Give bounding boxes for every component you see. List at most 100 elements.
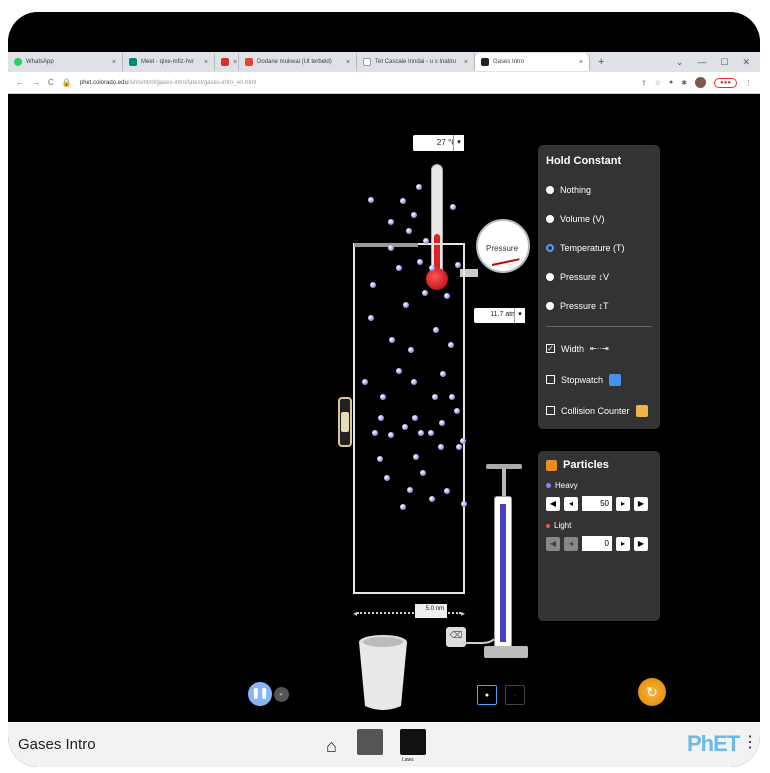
close-icon[interactable]: × xyxy=(204,59,208,66)
browser-tab[interactable]: × xyxy=(215,53,239,71)
heavy-increment-10-button[interactable]: ▶ xyxy=(634,496,648,511)
pump-rod xyxy=(502,469,506,499)
profile-pill[interactable]: ●●● xyxy=(714,77,737,88)
radio-temperature[interactable]: Temperature (T) xyxy=(546,233,652,262)
view-diffusion-button[interactable]: · xyxy=(505,685,525,705)
heavy-label: Heavy xyxy=(555,481,578,490)
particle-bucket[interactable] xyxy=(357,634,409,714)
close-icon[interactable]: × xyxy=(233,59,237,66)
radio-label: Volume (V) xyxy=(560,213,605,224)
minimize-icon[interactable]: — xyxy=(697,57,706,68)
light-increment-button[interactable]: ▸ xyxy=(616,536,630,551)
heavy-particle xyxy=(388,432,394,438)
heavy-decrement-10-button[interactable]: ◀ xyxy=(546,496,560,511)
heavy-count-input[interactable]: 50 xyxy=(582,496,612,511)
screen-intro-button[interactable] xyxy=(357,729,383,755)
url-host: phet.colorado.edu xyxy=(79,79,128,86)
checkbox-icon xyxy=(546,375,555,384)
collision-counter-checkbox[interactable]: Collision Counter xyxy=(546,395,652,426)
heavy-particle xyxy=(411,379,417,385)
radio-selected-icon xyxy=(546,243,554,252)
browser-tab[interactable]: WhatsApp × xyxy=(8,53,123,71)
container-lid[interactable] xyxy=(354,243,418,247)
app-frame: WhatsApp × Meet - qixe-mfiz-hvr × × Dodane… xyxy=(8,12,760,767)
avatar[interactable] xyxy=(695,77,707,88)
checkbox-checked-icon: ✓ xyxy=(546,344,555,353)
radio-pressure-v[interactable]: Pressure ↕V xyxy=(546,262,652,291)
radio-label: Temperature (T) xyxy=(560,242,625,253)
share-icon[interactable]: ⇪ xyxy=(641,79,647,87)
phet-icon xyxy=(481,58,489,66)
heavy-decrement-button[interactable]: ◂ xyxy=(564,496,578,511)
home-icon[interactable]: ⌂ xyxy=(326,736,337,757)
maximize-icon[interactable]: ☐ xyxy=(720,57,728,68)
view-particles-button[interactable]: ● xyxy=(477,685,497,705)
pressure-unit-dropdown[interactable]: ▾ xyxy=(514,308,525,323)
collapse-icon[interactable] xyxy=(546,459,557,471)
heavy-increment-button[interactable]: ▸ xyxy=(616,496,630,511)
tab-search-icon[interactable]: ⌄ xyxy=(676,57,684,68)
new-tab-button[interactable]: + xyxy=(590,56,612,68)
phet-logo[interactable]: PhET xyxy=(687,731,740,757)
close-icon[interactable]: × xyxy=(464,59,468,66)
phet-navbar: Gases Intro ⌂ Laws PhET ⋮ xyxy=(8,722,760,767)
step-forward-button[interactable]: ▸ xyxy=(274,687,289,702)
menu-icon[interactable]: ⋮ xyxy=(742,732,758,752)
star-icon[interactable]: ☆ xyxy=(655,79,661,87)
close-icon[interactable]: × xyxy=(346,59,350,66)
radio-pressure-t[interactable]: Pressure ↕T xyxy=(546,291,652,320)
heavy-particle xyxy=(429,265,435,271)
puzzle-icon[interactable]: ✱ xyxy=(681,79,687,87)
close-icon[interactable]: × xyxy=(112,59,116,66)
radio-label: Pressure ↕V xyxy=(560,271,610,282)
browser-tab[interactable]: Meet - qixe-mfiz-hvr × xyxy=(123,53,215,71)
reload-icon[interactable]: C xyxy=(48,78,54,87)
checkbox-icon xyxy=(546,406,555,415)
browser-tab-active[interactable]: Gases Intro × xyxy=(475,53,590,71)
light-count-input[interactable]: 0 xyxy=(582,536,612,551)
hold-constant-panel: Hold Constant Nothing Volume (V) Tempera… xyxy=(538,145,660,429)
lock-icon[interactable]: 🔒 xyxy=(62,78,72,87)
panel-divider xyxy=(546,326,652,327)
handle-grip[interactable] xyxy=(341,412,349,432)
reset-all-button[interactable]: ↻ xyxy=(638,678,666,706)
heavy-particle xyxy=(407,487,413,493)
temperature-unit-dropdown[interactable]: ▾ xyxy=(453,135,464,151)
heavy-particle xyxy=(378,415,384,421)
heavy-particle xyxy=(380,394,386,400)
heavy-particle xyxy=(460,438,466,444)
screen-laws-button[interactable] xyxy=(400,729,426,755)
light-decrement-button[interactable]: ◂ xyxy=(564,536,578,551)
back-icon[interactable]: ← xyxy=(16,78,24,87)
youtube-icon xyxy=(221,58,229,66)
kebab-menu-icon[interactable]: ⋮ xyxy=(745,79,752,87)
particles-title-row[interactable]: Particles xyxy=(546,459,652,471)
heavy-particle xyxy=(444,293,450,299)
whatsapp-icon xyxy=(14,58,22,66)
forward-icon[interactable]: → xyxy=(32,78,40,87)
width-checkbox[interactable]: ✓ Width ⇤··⇥ xyxy=(546,333,652,364)
heavy-particle xyxy=(368,315,374,321)
light-label: Light xyxy=(554,521,572,530)
close-icon[interactable]: × xyxy=(579,59,583,66)
close-window-icon[interactable]: ✕ xyxy=(742,57,750,68)
browser-tab[interactable]: Dodane mukwai (Ut terbeld) × xyxy=(239,53,357,71)
heavy-particle-icon xyxy=(546,483,551,488)
light-increment-10-button[interactable]: ▶ xyxy=(634,536,648,551)
heavy-particle xyxy=(388,245,394,251)
heavy-particle xyxy=(448,342,454,348)
light-decrement-10-button[interactable]: ◀ xyxy=(546,536,560,551)
heavy-particle xyxy=(418,430,424,436)
heavy-particle xyxy=(377,456,383,462)
stopwatch-checkbox[interactable]: Stopwatch xyxy=(546,364,652,395)
browser-tab[interactable]: Tet Cascaie Inndai - u s Inatiru × xyxy=(357,53,475,71)
pause-button[interactable]: ❚❚ xyxy=(248,682,272,706)
radio-volume[interactable]: Volume (V) xyxy=(546,204,652,233)
extension-icon[interactable]: ● xyxy=(669,79,673,86)
pressure-gauge-label: Pressure xyxy=(486,244,519,253)
width-ruler: ◂ ▸ xyxy=(353,608,465,618)
url-field[interactable]: phet.colorado.edu/sims/html/gases-intro/… xyxy=(80,80,633,86)
radio-nothing[interactable]: Nothing xyxy=(546,175,652,204)
heavy-particle xyxy=(408,347,414,353)
heavy-particle xyxy=(370,282,376,288)
